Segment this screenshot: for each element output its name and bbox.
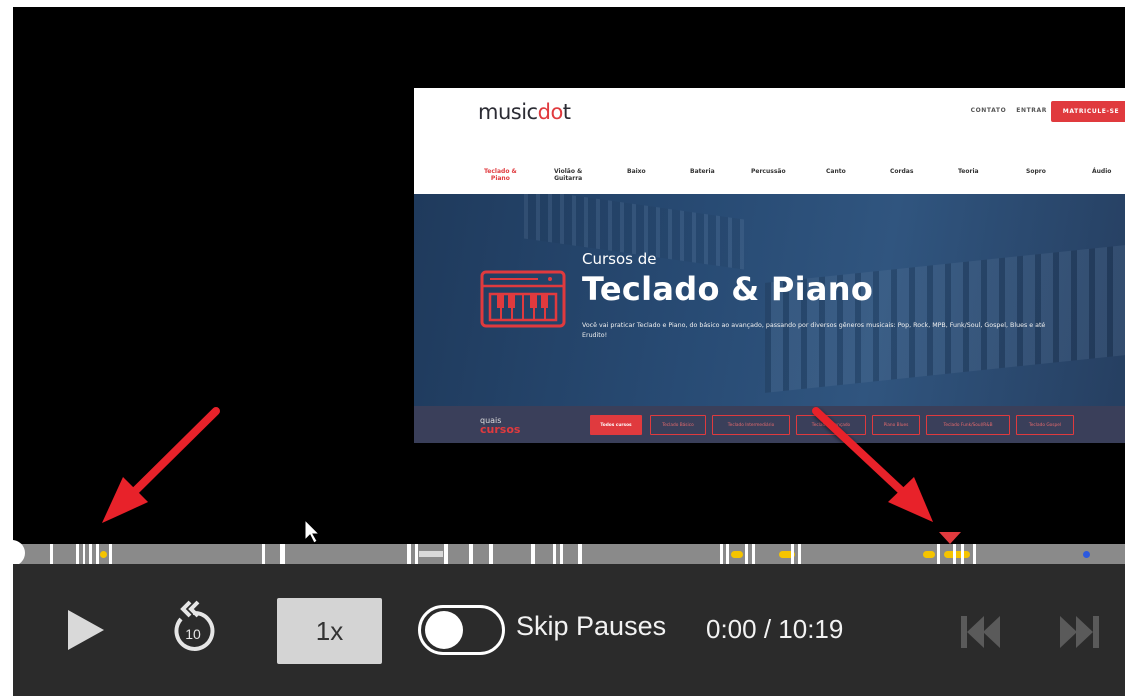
time-readout: 0:00 / 10:19 [706,614,844,644]
edit-mark [415,544,418,564]
edit-mark [50,544,53,564]
skip-next-icon[interactable] [1057,614,1101,650]
site-hero-banner: Cursos de Teclado & Piano Você vai prati… [414,194,1125,406]
contato-link: CONTATO [970,107,1007,114]
nav-item-teoria: Teoria [958,168,979,175]
speed-button[interactable]: 1x [277,598,382,664]
hero-title: Teclado & Piano [582,270,874,308]
site-header: musicdot CONTATO ENTRAR MATRICULE-SE [414,88,1125,136]
nav-item-teclado-piano: Teclado & Piano [484,168,517,182]
edit-mark [798,544,801,564]
edit-mark [973,544,976,564]
edit-mark [109,544,112,564]
filter-button-intermediario: Teclado Intermediário [712,415,790,435]
filter-button-gospel: Teclado Gospel [1016,415,1074,435]
edit-mark [961,544,964,564]
pause-mark [731,551,743,558]
edit-mark [407,544,411,564]
nav-item-percussao: Percussão [751,168,786,175]
rewind-10-icon: 10 [174,600,215,651]
filter-label: quais cursos [480,416,521,436]
entrar-link: ENTRAR [1016,107,1047,114]
skip-previous-icon[interactable] [959,614,1003,650]
site-course-nav: Teclado & Piano Violão & Guitarra Baixo Ba… [414,136,1125,194]
keyboard-icon [480,270,566,328]
edit-mark [96,544,99,564]
pause-mark [944,551,970,558]
nav-item-bateria: Bateria [690,168,715,175]
edit-mark [83,544,85,564]
timeline-scrubber[interactable] [13,544,1125,564]
video-stage[interactable]: musicdot CONTATO ENTRAR MATRICULE-SE Tec… [13,7,1125,544]
filter-button-todos: Todos cursos [590,415,642,435]
edit-mark [953,544,956,564]
edit-mark [280,544,285,564]
edit-mark [553,544,556,564]
edit-mark [469,544,473,564]
edit-mark [578,544,582,564]
rewind-seconds: 10 [185,626,201,642]
nav-item-baixo: Baixo [627,168,646,175]
edit-mark [262,544,265,564]
timeline-marker-icon[interactable] [939,532,961,544]
nav-item-sopro: Sopro [1026,168,1046,175]
pause-mark [923,551,935,558]
edit-mark [937,544,940,564]
edit-mark [89,544,92,564]
skip-pauses-label: Skip Pauses [516,611,667,641]
site-logo: musicdot [478,100,571,124]
rewind-10-button[interactable]: 10 [163,599,223,655]
play-icon[interactable] [66,608,106,652]
hero-subtitle: Cursos de [582,250,657,268]
nav-item-violao-guitarra: Violão & Guitarra [554,168,583,182]
matricule-se-button: MATRICULE-SE [1051,101,1125,122]
red-arrow-left-icon [102,407,220,523]
skip-pauses-toggle[interactable] [418,605,505,655]
filter-button-basico: Teclado Básico [650,415,706,435]
nav-item-audio: Áudio [1092,168,1112,175]
filter-button-avancado: Teclado Avançado [796,415,866,435]
recorded-website: musicdot CONTATO ENTRAR MATRICULE-SE Tec… [414,88,1125,443]
filter-button-funk-soul: Teclado Funk/Soul/R&B [926,415,1010,435]
edit-mark [560,544,563,564]
site-course-filter: quais cursos Todos cursos Teclado Básico … [414,406,1125,443]
mouse-cursor-icon [304,518,321,544]
nav-item-canto: Canto [826,168,846,175]
comment-mark [1083,551,1090,558]
edit-mark [531,544,535,564]
edit-mark [489,544,493,564]
edit-mark [419,551,443,557]
nav-item-cordas: Cordas [890,168,914,175]
edit-mark [791,544,794,564]
site-top-links: CONTATO ENTRAR [971,107,1047,114]
edit-mark [745,544,748,564]
toggle-knob [425,611,463,649]
edit-mark [76,544,79,564]
video-player: musicdot CONTATO ENTRAR MATRICULE-SE Tec… [13,7,1125,696]
player-control-bar: 10 1x Skip Pauses 0:00 / 10:19 [13,564,1125,696]
hero-background-piano [765,245,1125,393]
edit-mark [720,544,723,564]
pause-mark [100,551,107,558]
filter-button-piano-blues: Piano Blues [872,415,920,435]
hero-description: Você vai praticar Teclado e Piano, do bá… [582,322,1046,339]
edit-mark [752,544,755,564]
edit-mark [444,544,448,564]
edit-mark [726,544,729,564]
